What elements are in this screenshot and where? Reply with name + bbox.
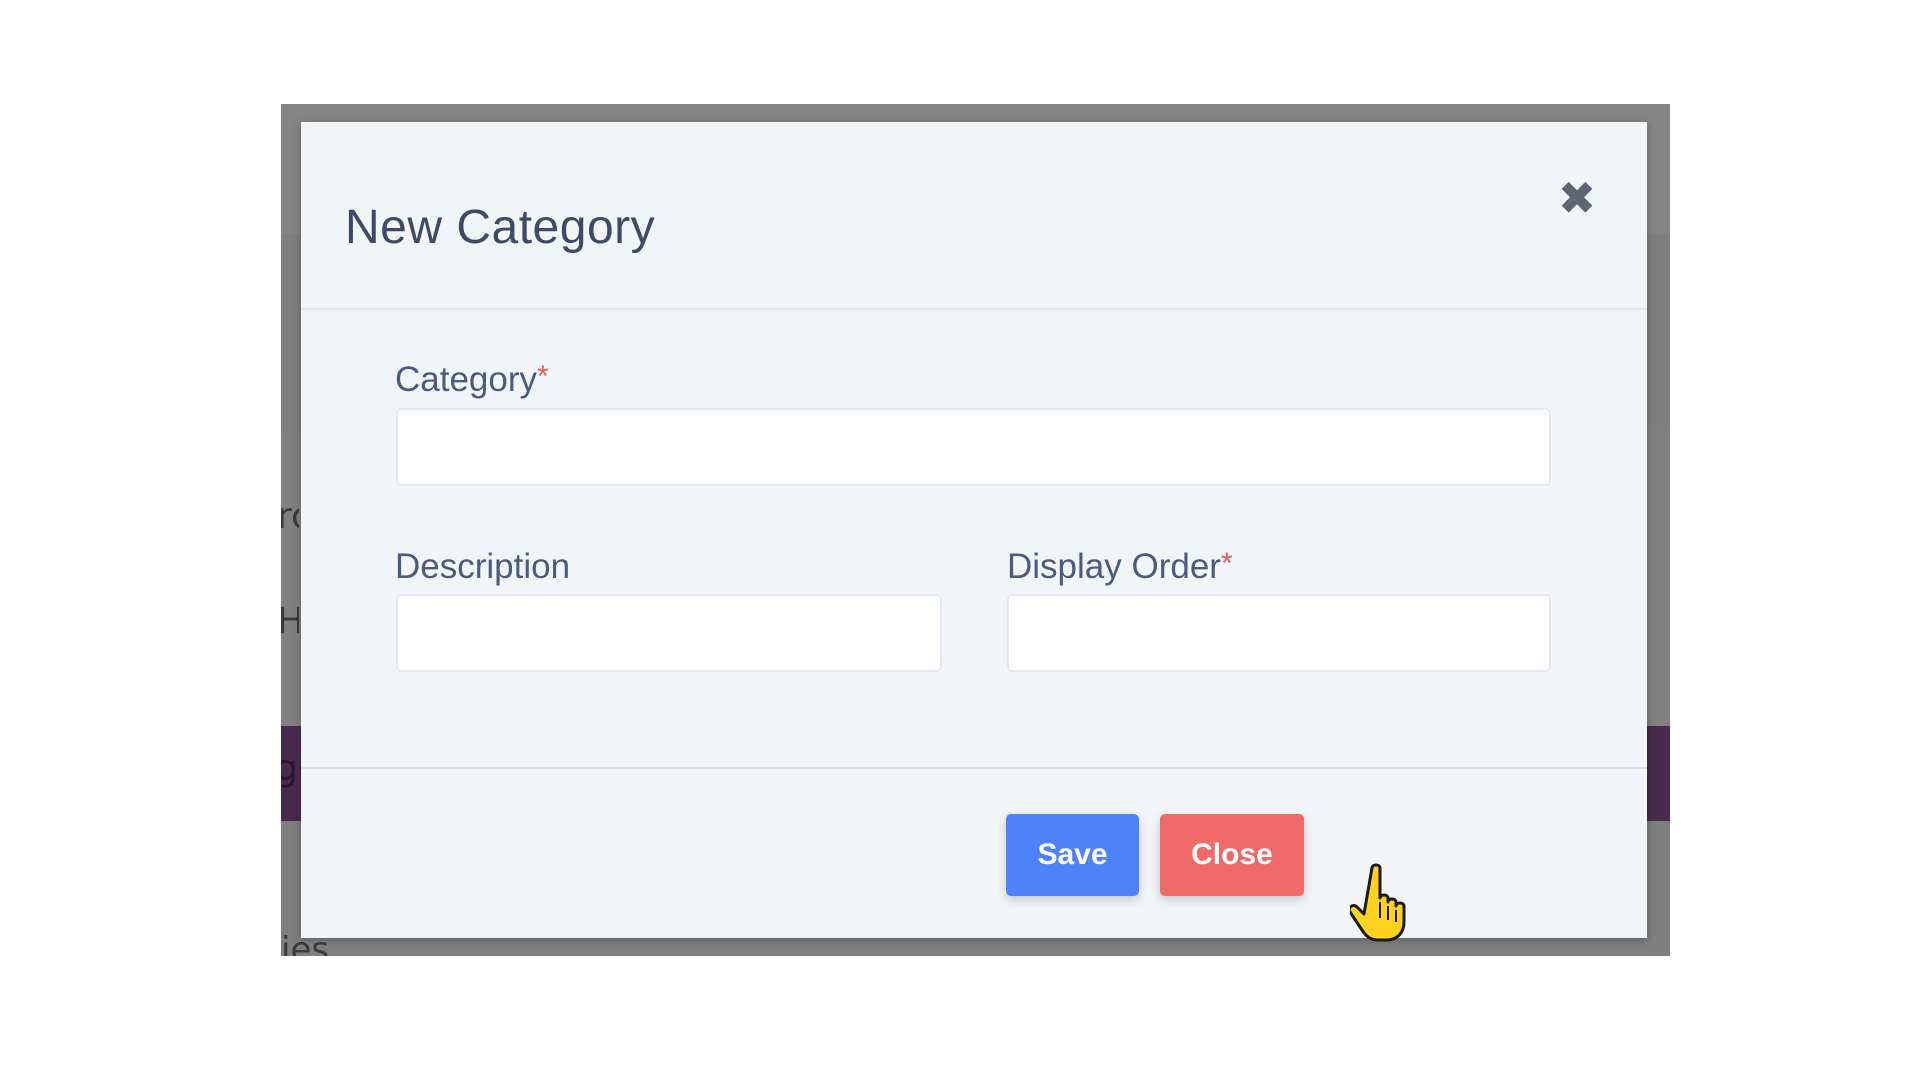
category-label-text: Category <box>395 360 538 399</box>
category-label: Category* <box>395 360 549 400</box>
close-icon[interactable]: ✖ <box>1557 171 1597 225</box>
display-order-label: Display Order* <box>1007 547 1233 587</box>
backdrop-text-fragment: gi <box>281 748 299 789</box>
modal-footer <box>301 767 1647 938</box>
new-category-modal: New Category ✖ Category* Description Dis… <box>301 122 1647 938</box>
description-input[interactable] <box>396 594 942 672</box>
modal-header: New Category ✖ <box>301 122 1647 310</box>
backdrop-text-fragment: H <box>281 601 299 642</box>
required-mark: * <box>1220 547 1233 580</box>
backdrop-text-fragment: rc <box>281 496 299 537</box>
description-label: Description <box>395 547 570 587</box>
category-input[interactable] <box>396 408 1551 486</box>
save-button[interactable]: Save <box>1006 814 1139 896</box>
close-button[interactable]: Close <box>1160 814 1304 896</box>
display-order-label-text: Display Order <box>1007 547 1221 586</box>
hand-pointer-icon <box>1350 863 1406 942</box>
display-order-input[interactable] <box>1007 594 1551 672</box>
description-label-text: Description <box>395 547 571 586</box>
required-mark: * <box>537 360 549 393</box>
modal-title: New Category <box>345 201 656 254</box>
